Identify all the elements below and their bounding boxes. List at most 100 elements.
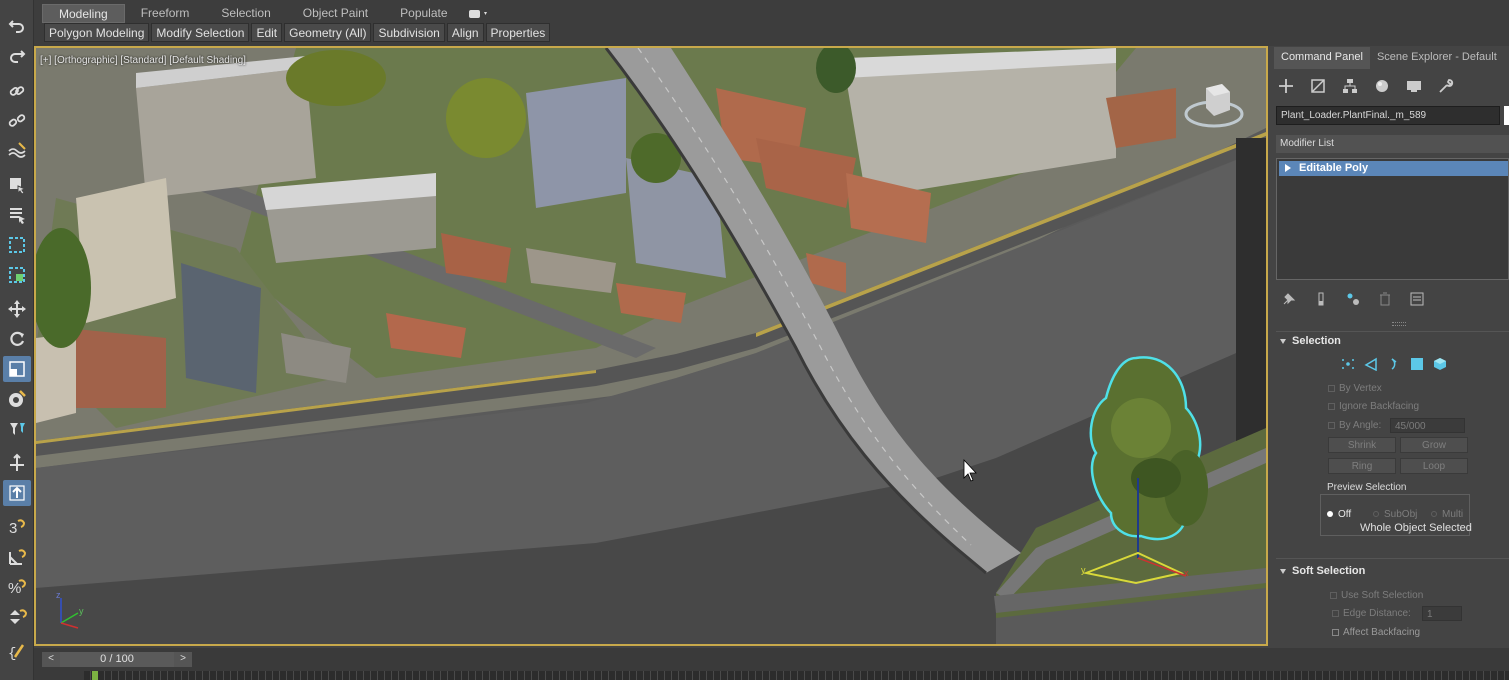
link-icon[interactable] <box>3 78 31 104</box>
preview-selection-title: Preview Selection <box>1325 482 1409 493</box>
subtab-subdivision[interactable]: Subdivision <box>373 23 445 42</box>
collapse-arrow-icon <box>1280 338 1286 344</box>
tab-command-panel[interactable]: Command Panel <box>1274 47 1370 69</box>
time-slider[interactable]: 0 / 100 <box>60 652 174 667</box>
preview-off-radio[interactable]: Off <box>1327 509 1351 520</box>
modify-icon[interactable] <box>1308 76 1328 96</box>
pivot-icon[interactable] <box>3 450 31 476</box>
viewcube[interactable] <box>1184 76 1244 136</box>
loop-button[interactable]: Loop <box>1400 458 1468 474</box>
tab-selection[interactable]: Selection <box>205 4 286 23</box>
edge-distance-checkbox[interactable]: Edge Distance: <box>1332 608 1411 619</box>
create-plus-icon[interactable] <box>1276 76 1296 96</box>
selection-filter-icon[interactable] <box>3 416 31 442</box>
modifier-list-dropdown[interactable]: Modifier List <box>1276 135 1509 153</box>
vertex-level-icon[interactable] <box>1340 356 1356 372</box>
preview-multi-radio[interactable]: Multi <box>1431 509 1463 520</box>
track-bar[interactable] <box>84 671 1509 680</box>
stack-item-label: Editable Poly <box>1299 162 1369 174</box>
stack-item-editable-poly[interactable]: Editable Poly <box>1279 161 1508 176</box>
object-name-field[interactable]: Plant_Loader.PlantFinal._m_589 <box>1276 106 1500 125</box>
rect-selection-icon[interactable] <box>3 232 31 258</box>
tab-scene-explorer[interactable]: Scene Explorer - Default <box>1370 47 1504 69</box>
hierarchy-icon[interactable] <box>1340 76 1360 96</box>
angle-spinner[interactable]: 45/000 <box>1390 418 1465 433</box>
gizmo-y-label: y <box>1081 565 1086 575</box>
axis-y-label: y <box>79 606 84 616</box>
rotate-icon[interactable] <box>3 326 31 352</box>
next-frame-button[interactable]: > <box>174 652 192 667</box>
selection-rollout-header[interactable]: Selection <box>1280 335 1341 347</box>
make-unique-icon[interactable] <box>1344 290 1362 308</box>
configure-modifier-sets-icon[interactable] <box>1408 290 1426 308</box>
select-by-name-icon[interactable] <box>3 202 31 228</box>
shrink-button[interactable]: Shrink <box>1328 437 1396 453</box>
subtab-modify-selection[interactable]: Modify Selection <box>151 23 250 42</box>
command-panel-tabs: Command Panel Scene Explorer - Default <box>1274 47 1509 69</box>
redo-icon[interactable] <box>3 42 31 68</box>
remove-modifier-icon[interactable] <box>1376 290 1394 308</box>
selection-status: Whole Object Selected <box>1360 522 1472 534</box>
previous-frame-button[interactable]: < <box>42 652 60 667</box>
percent-snap-icon[interactable]: % <box>3 574 31 600</box>
tab-object-paint[interactable]: Object Paint <box>287 4 384 23</box>
soft-selection-rollout-title: Soft Selection <box>1292 565 1366 577</box>
grow-button[interactable]: Grow <box>1400 437 1468 453</box>
tab-modeling[interactable]: Modeling <box>42 4 125 23</box>
angle-snap-icon[interactable] <box>3 544 31 570</box>
polygon-level-icon[interactable] <box>1409 356 1425 372</box>
svg-text:3: 3 <box>9 520 17 537</box>
display-icon[interactable] <box>1404 76 1424 96</box>
viewport[interactable]: [+] [Orthographic] [Standard] [Default S… <box>34 46 1268 646</box>
subtab-properties[interactable]: Properties <box>485 23 551 42</box>
edge-distance-spinner[interactable]: 1 <box>1422 606 1462 621</box>
subobject-level-icons <box>1340 356 1448 372</box>
ribbon-options-icon[interactable] <box>464 4 494 23</box>
expand-arrow-icon[interactable] <box>1285 164 1291 172</box>
subtab-align[interactable]: Align <box>446 23 484 42</box>
gizmo-x-label: x <box>1184 568 1189 578</box>
preview-subobj-radio[interactable]: SubObj <box>1373 509 1417 520</box>
select-object-icon[interactable] <box>3 172 31 198</box>
subtab-edit[interactable]: Edit <box>251 23 283 42</box>
use-soft-selection-checkbox[interactable]: Use Soft Selection <box>1330 590 1423 601</box>
undo-icon[interactable] <box>3 12 31 38</box>
move-icon[interactable] <box>3 296 31 322</box>
object-color-swatch[interactable] <box>1504 106 1509 125</box>
use-pivot-icon[interactable] <box>3 480 31 506</box>
soft-selection-rollout-header[interactable]: Soft Selection <box>1280 565 1365 577</box>
subtab-polygon-modeling[interactable]: Polygon Modeling <box>44 23 150 42</box>
command-panel: Command Panel Scene Explorer - Default P… <box>1270 46 1509 646</box>
element-level-icon[interactable] <box>1432 356 1448 372</box>
motion-icon[interactable] <box>1372 76 1392 96</box>
scale-icon[interactable] <box>3 356 31 382</box>
ribbon: Modeling Freeform Selection Object Paint… <box>34 0 1509 46</box>
edge-level-icon[interactable] <box>1363 356 1379 372</box>
snap-3d-icon[interactable]: 3 <box>3 514 31 540</box>
by-angle-checkbox[interactable]: By Angle: <box>1328 420 1381 431</box>
by-vertex-checkbox[interactable]: By Vertex <box>1328 383 1382 394</box>
pin-stack-icon[interactable] <box>1280 290 1298 308</box>
current-frame-marker <box>92 671 98 680</box>
spinner-snap-icon[interactable] <box>3 604 31 630</box>
main-toolbar: 3 % { <box>0 0 34 680</box>
show-end-result-icon[interactable] <box>1312 290 1330 308</box>
ignore-backfacing-checkbox[interactable]: Ignore Backfacing <box>1328 401 1419 412</box>
tab-freeform[interactable]: Freeform <box>125 4 206 23</box>
subtab-geometry-all[interactable]: Geometry (All) <box>284 23 372 42</box>
scene-render <box>36 48 1266 644</box>
unlink-icon[interactable] <box>3 108 31 134</box>
border-level-icon[interactable] <box>1386 356 1402 372</box>
affect-backfacing-checkbox[interactable]: Affect Backfacing <box>1332 627 1420 638</box>
window-crossing-icon[interactable] <box>3 262 31 288</box>
tab-populate[interactable]: Populate <box>384 4 463 23</box>
viewport-label[interactable]: [+] [Orthographic] [Standard] [Default S… <box>40 55 246 66</box>
panel-resize-handle[interactable] <box>1392 322 1406 326</box>
utilities-wrench-icon[interactable] <box>1436 76 1456 96</box>
place-icon[interactable] <box>3 386 31 412</box>
axis-z-label: z <box>56 590 61 600</box>
ring-button[interactable]: Ring <box>1328 458 1396 474</box>
edit-named-selections-icon[interactable]: { <box>3 638 31 664</box>
bind-space-warp-icon[interactable] <box>3 138 31 164</box>
svg-text:{: { <box>8 646 16 661</box>
